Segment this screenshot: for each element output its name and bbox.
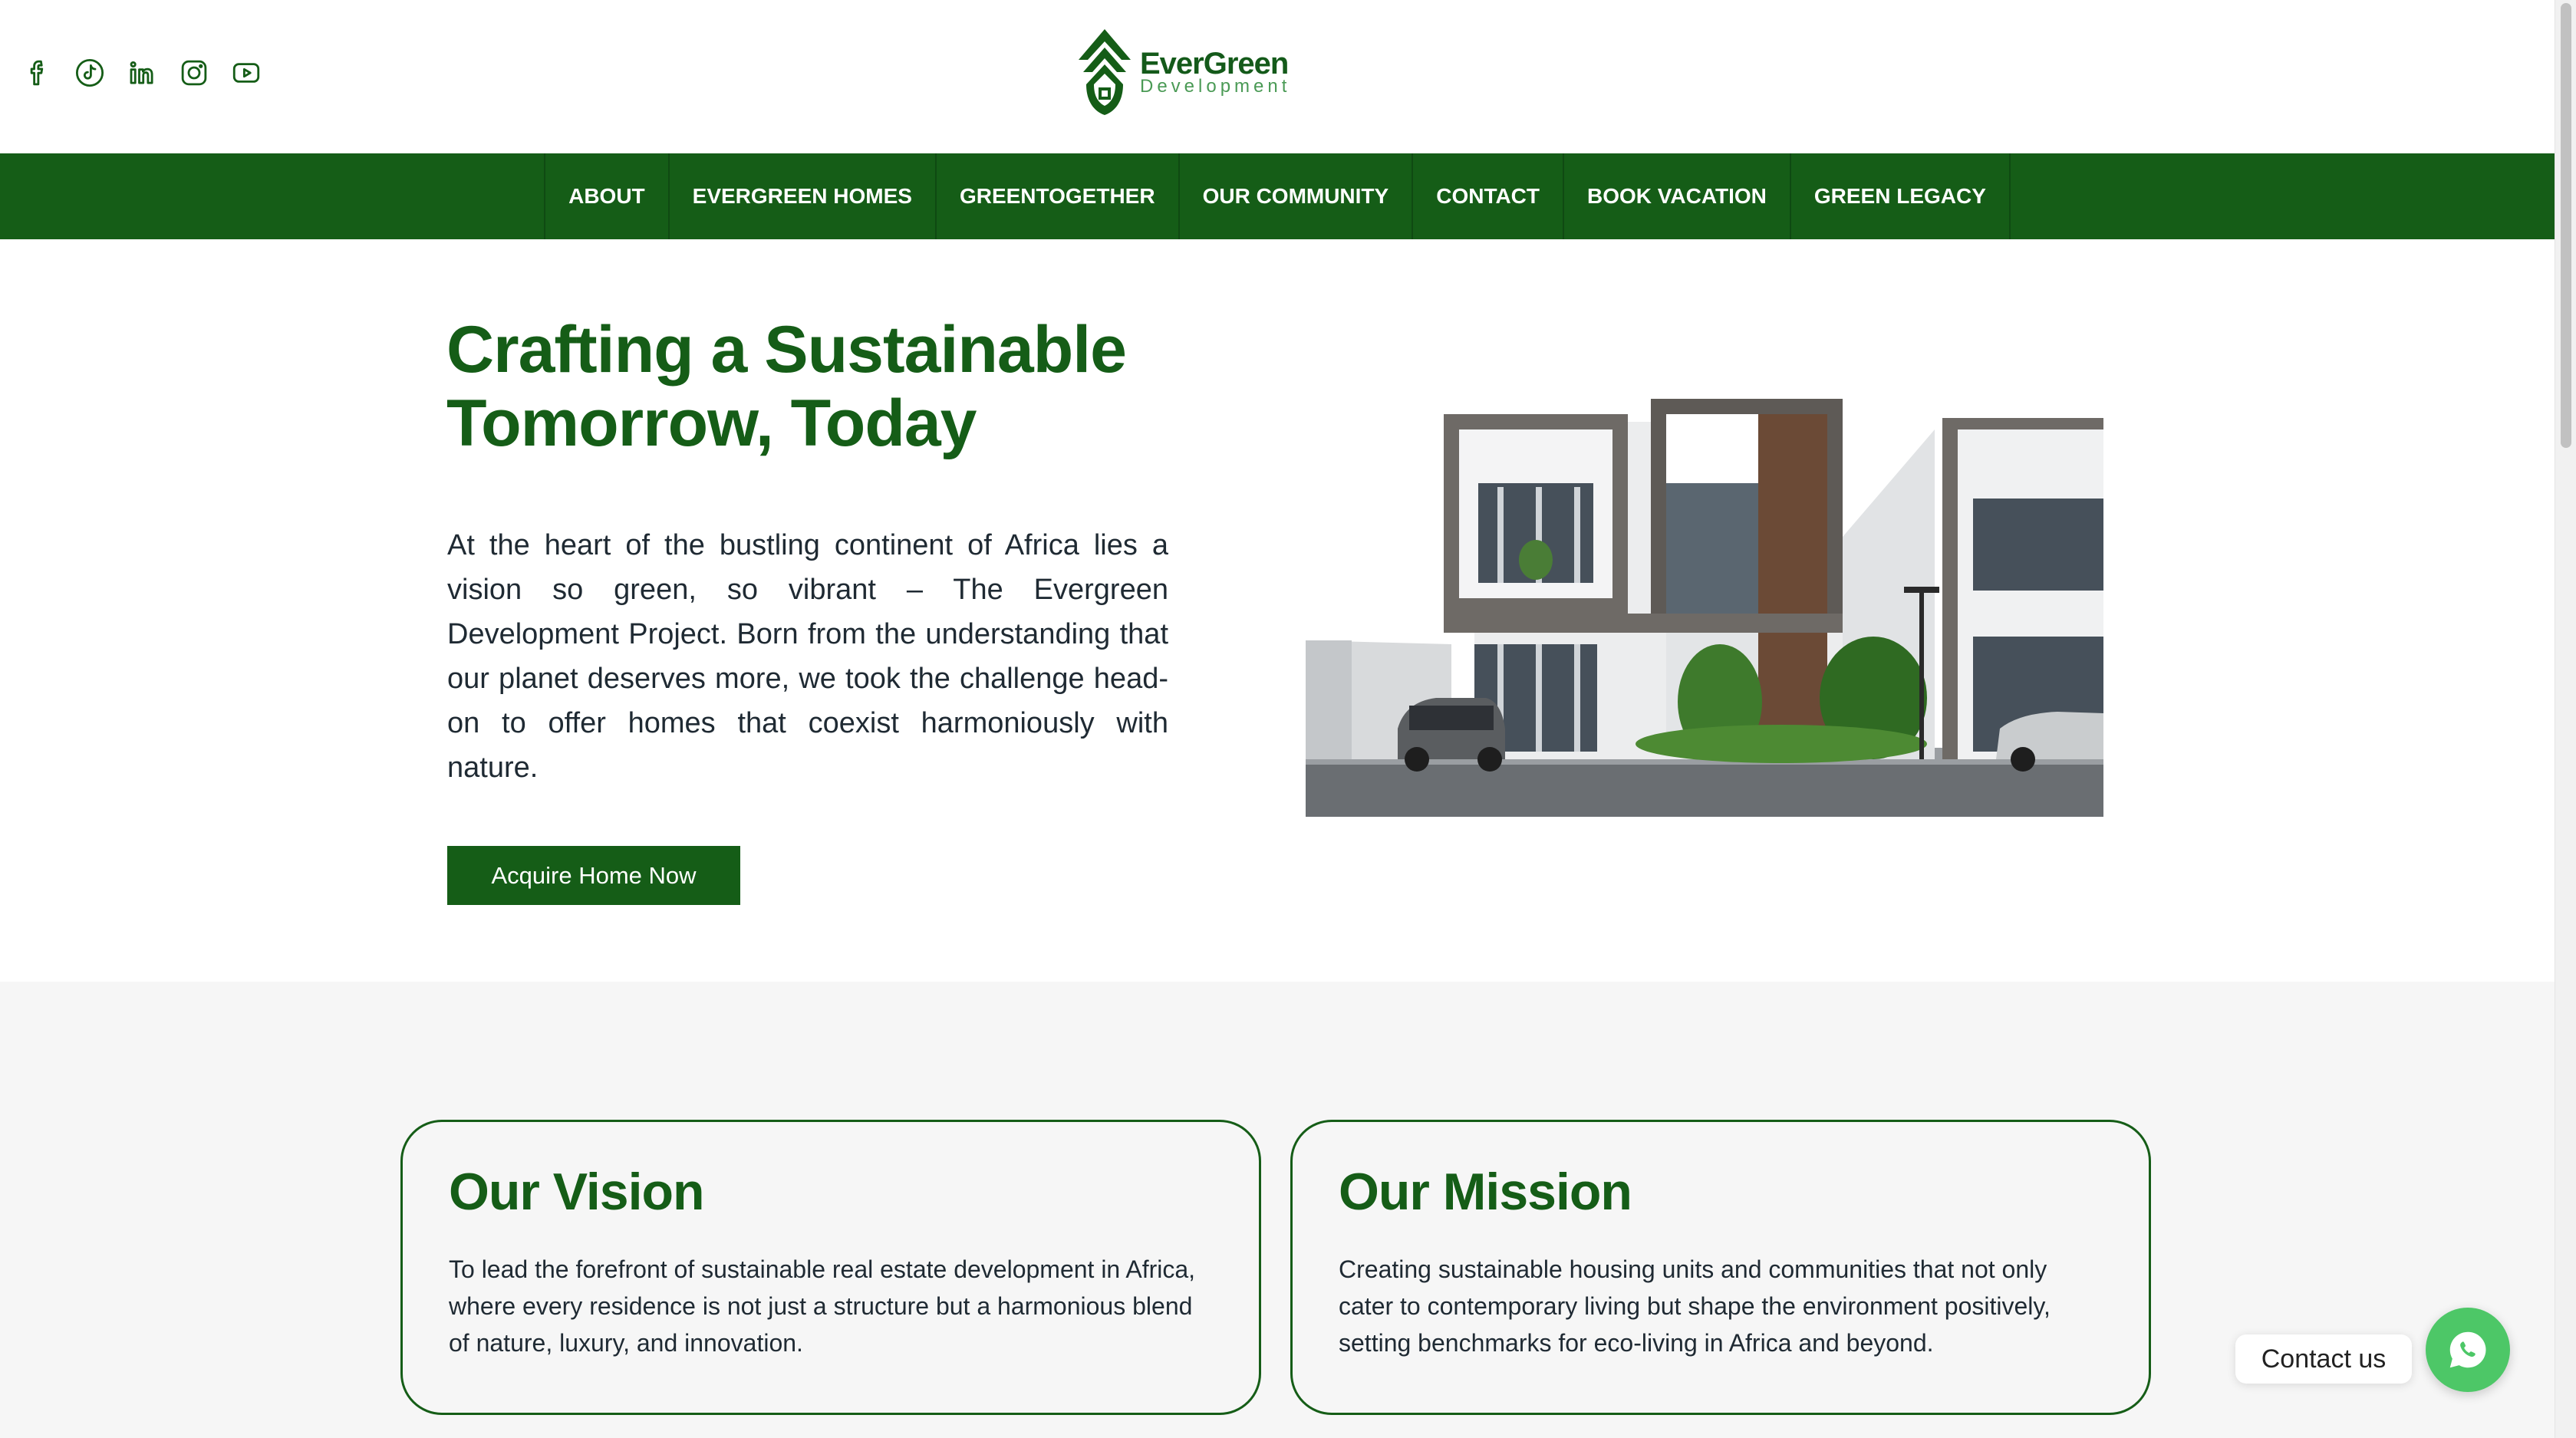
nav-item-evergreen-homes[interactable]: EVERGREEN HOMES (670, 153, 937, 239)
whatsapp-contact-button[interactable] (2426, 1308, 2510, 1392)
nav-item-book-vacation[interactable]: BOOK VACATION (1564, 153, 1791, 239)
mission-title: Our Mission (1339, 1163, 1632, 1221)
acquire-home-button[interactable]: Acquire Home Now (447, 846, 740, 905)
vision-text: To lead the forefront of sustainable rea… (449, 1255, 1196, 1357)
mission-card: Our Mission Creating sustainable housing… (1290, 1120, 2151, 1415)
facebook-icon[interactable] (20, 55, 55, 90)
youtube-icon[interactable] (229, 55, 264, 90)
hero-title: Crafting a Sustainable Tomorrow, Today (446, 313, 1214, 460)
brand-name: EverGreen (1140, 47, 1289, 81)
whatsapp-icon (2449, 1331, 2486, 1368)
hero-title-line2: Tomorrow, Today (446, 387, 977, 460)
hero-title-line1: Crafting a Sustainable (446, 313, 1127, 387)
house-rendering-image (1306, 399, 2103, 817)
nav-item-green-legacy[interactable]: GREEN LEGACY (1791, 153, 2011, 239)
vision-mission-section (0, 982, 2555, 1438)
hero-description: At the heart of the bustling continent o… (447, 529, 1168, 784)
nav-item-about[interactable]: ABOUT (545, 153, 670, 239)
social-links (20, 55, 264, 90)
site-header: EverGreen Development (0, 0, 2555, 153)
page-scrollbar[interactable] (2555, 0, 2576, 1438)
leaf-house-logo-icon (1079, 29, 1131, 115)
brand-logo[interactable]: EverGreen Development (1074, 26, 1290, 118)
nav-item-our-community[interactable]: OUR COMMUNITY (1180, 153, 1414, 239)
contact-us-label[interactable]: Contact us (2235, 1334, 2412, 1384)
mission-text: Creating sustainable housing units and c… (1339, 1255, 2051, 1357)
linkedin-icon[interactable] (124, 55, 160, 90)
tiktok-icon[interactable] (72, 55, 107, 90)
vision-card: Our Vision To lead the forefront of sust… (400, 1120, 1261, 1415)
vision-title: Our Vision (449, 1163, 705, 1221)
scrollbar-thumb[interactable] (2561, 3, 2571, 448)
nav-item-greentogether[interactable]: GREENTOGETHER (937, 153, 1180, 239)
instagram-icon[interactable] (176, 55, 212, 90)
main-nav: ABOUT EVERGREEN HOMES GREENTOGETHER OUR … (0, 153, 2555, 239)
brand-subtitle: Development (1140, 76, 1291, 97)
nav-item-contact[interactable]: CONTACT (1413, 153, 1565, 239)
